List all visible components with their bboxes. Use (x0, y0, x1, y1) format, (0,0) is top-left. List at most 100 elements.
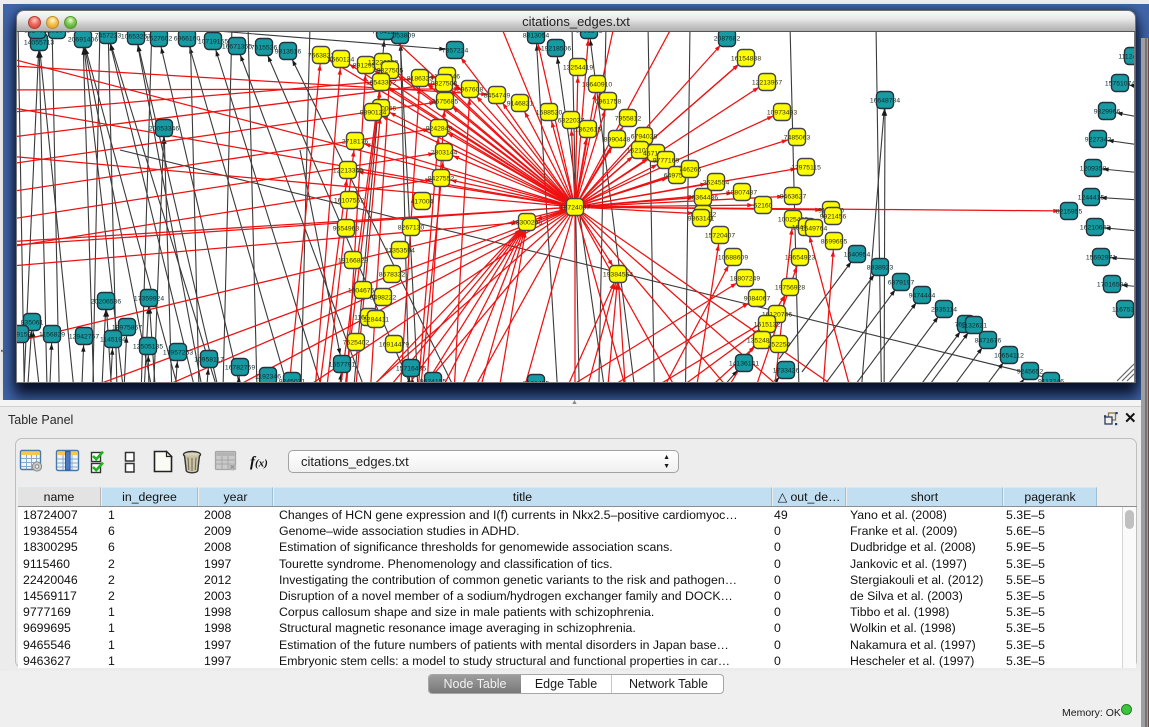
svg-text:13254419: 13254419 (563, 64, 593, 71)
svg-text:9863141: 9863141 (688, 215, 715, 222)
svg-text:8813054: 8813054 (523, 32, 550, 39)
svg-text:17016504: 17016504 (1097, 281, 1127, 288)
svg-text:1615132: 1615132 (754, 321, 781, 328)
svg-text:9245652: 9245652 (1017, 368, 1044, 375)
svg-text:7955812: 7955812 (615, 115, 642, 122)
svg-text:8215955: 8215955 (1056, 208, 1083, 215)
svg-text:9654963: 9654963 (333, 225, 360, 232)
svg-text:19756928: 19756928 (775, 284, 805, 291)
svg-text:8498222: 8498222 (370, 294, 397, 301)
svg-text:7485063: 7485063 (784, 134, 811, 141)
svg-text:9113246: 9113246 (1038, 378, 1064, 382)
svg-text:14136141: 14136141 (729, 360, 759, 367)
svg-text:9313516: 9313516 (275, 48, 302, 55)
svg-text:9329966: 9329966 (1094, 108, 1121, 115)
svg-text:15720407: 15720407 (705, 232, 735, 239)
svg-text:6879197: 6879197 (888, 279, 915, 286)
svg-text:16543362: 16543362 (366, 79, 396, 86)
svg-text:9624155: 9624155 (420, 378, 447, 382)
svg-text:19218506: 19218506 (541, 45, 571, 52)
svg-text:3675685: 3675685 (432, 98, 459, 105)
svg-text:14055713: 14055713 (24, 39, 54, 46)
svg-text:17359924: 17359924 (134, 295, 164, 302)
svg-text:12975115: 12975115 (791, 164, 821, 171)
svg-text:9084067: 9084067 (744, 295, 771, 302)
svg-text:9227342: 9227342 (1085, 136, 1112, 143)
svg-text:19384554: 19384554 (603, 271, 633, 278)
svg-text:1167531: 1167531 (1112, 306, 1135, 313)
svg-text:16154838: 16154838 (731, 55, 761, 62)
svg-text:1549764: 1549764 (801, 225, 828, 232)
svg-text:17957253: 17957253 (163, 349, 193, 356)
svg-text:8454749: 8454749 (484, 92, 511, 99)
svg-text:20206536: 20206536 (91, 298, 121, 305)
svg-text:10688609: 10688609 (718, 254, 748, 261)
svg-text:62160: 62160 (754, 202, 773, 209)
svg-text:12213369: 12213369 (333, 167, 363, 174)
svg-text:15692971: 15692971 (1086, 254, 1116, 261)
svg-text:19654923: 19654923 (785, 254, 815, 261)
svg-text:18807249: 18807249 (730, 275, 760, 282)
svg-text:7357224: 7357224 (442, 47, 469, 54)
svg-text:6966160: 6966160 (174, 35, 201, 42)
svg-text:19166829: 19166829 (338, 257, 368, 264)
svg-text:8990448: 8990448 (604, 136, 631, 143)
svg-text:15751074: 15751074 (1105, 80, 1135, 87)
svg-text:18640910: 18640910 (582, 81, 612, 88)
svg-text:18724007: 18724007 (560, 204, 590, 211)
svg-text:16210643: 16210643 (1080, 224, 1110, 231)
svg-text:1132621: 1132621 (961, 322, 987, 329)
svg-text:1640954: 1640954 (844, 251, 871, 258)
svg-text:9890124: 9890124 (360, 109, 387, 116)
svg-text:10654112: 10654112 (994, 352, 1024, 359)
svg-text:2718176: 2718176 (342, 138, 369, 145)
svg-text:7754123: 7754123 (372, 32, 399, 35)
svg-text:20364436: 20364436 (688, 194, 718, 201)
svg-text:8852241: 8852241 (576, 32, 603, 34)
svg-text:2803144: 2803144 (431, 149, 458, 156)
svg-text:8186323: 8186323 (407, 75, 434, 82)
svg-text:9777169: 9777169 (653, 157, 680, 164)
svg-text:20053346: 20053346 (149, 125, 179, 132)
svg-text:1156829: 1156829 (39, 331, 65, 338)
svg-text:9146821: 9146821 (507, 100, 534, 107)
svg-text:9151648: 9151648 (44, 32, 71, 34)
svg-text:3624554: 3624554 (703, 179, 730, 186)
svg-text:16671355: 16671355 (222, 43, 252, 50)
svg-text:6961758: 6961758 (595, 98, 622, 105)
svg-text:9921456: 9921456 (820, 213, 847, 220)
svg-text:16648784: 16648784 (870, 97, 900, 104)
svg-text:8678332: 8678332 (379, 271, 406, 278)
svg-text:8267130: 8267130 (398, 224, 425, 231)
svg-text:1284411: 1284411 (363, 316, 389, 323)
svg-text:1145194: 1145194 (100, 336, 126, 343)
svg-text:10958117: 10958117 (194, 356, 224, 363)
svg-text:2087682: 2087682 (714, 35, 741, 42)
svg-text:7625402: 7625402 (343, 339, 370, 346)
svg-text:9245071: 9245071 (279, 378, 306, 382)
svg-text:18300295: 18300295 (512, 219, 542, 226)
svg-text:1588520: 1588520 (536, 109, 563, 116)
svg-text:12505135: 12505135 (133, 343, 163, 350)
svg-text:8471676: 8471676 (975, 337, 1002, 344)
svg-text:8938923: 8938923 (867, 264, 894, 271)
svg-text:8121455: 8121455 (523, 380, 550, 382)
svg-text:16107552: 16107552 (334, 197, 364, 204)
svg-text:16914479: 16914479 (379, 341, 409, 348)
svg-text:1657791: 1657791 (329, 361, 356, 368)
svg-text:1362615: 1362615 (575, 126, 602, 133)
svg-text:8427552: 8427552 (428, 175, 455, 182)
svg-text:10973493: 10973493 (767, 109, 797, 116)
svg-text:20691406: 20691406 (68, 36, 98, 43)
svg-text:252254: 252254 (768, 341, 791, 348)
svg-text:11353594: 11353594 (385, 247, 415, 254)
svg-text:9327508: 9327508 (431, 80, 458, 87)
svg-text:1733426: 1733426 (773, 367, 800, 374)
svg-text:746266: 746266 (679, 166, 702, 173)
svg-text:6794028: 6794028 (631, 133, 658, 140)
svg-text:11124712: 11124712 (1118, 53, 1135, 60)
svg-text:10807487: 10807487 (727, 189, 757, 196)
svg-text:7457233: 7457233 (95, 32, 122, 39)
svg-text:2935114: 2935114 (931, 306, 957, 313)
svg-text:8699695: 8699695 (821, 238, 848, 245)
